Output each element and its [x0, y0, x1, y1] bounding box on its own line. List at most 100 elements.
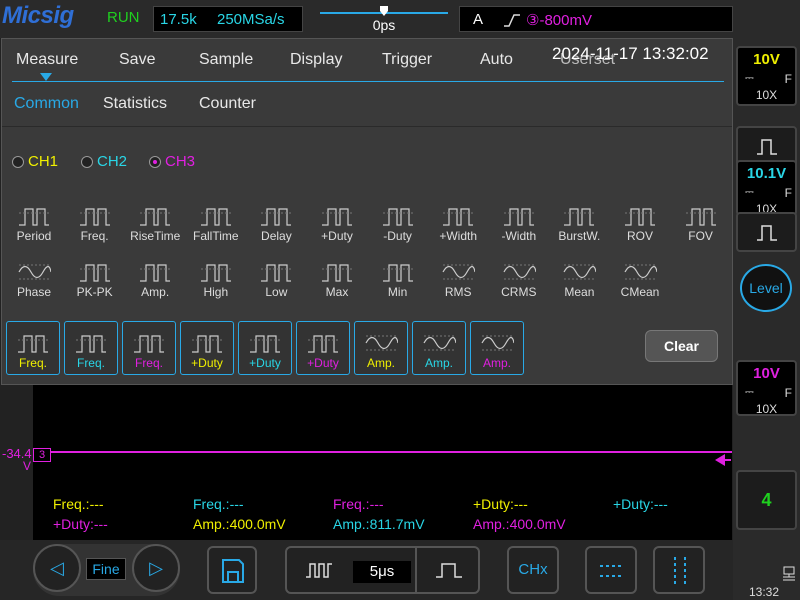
wide-pulse-icon	[306, 563, 332, 578]
channel-radio-ch3[interactable]: CH3	[149, 153, 195, 170]
prev-button[interactable]: ◁	[33, 544, 81, 592]
high-icon	[200, 264, 231, 282]
measure-item-label: Freq.	[80, 229, 109, 243]
channel-counter-button[interactable]: 4	[736, 470, 797, 530]
freq-icon	[79, 208, 110, 226]
measure-item-freq[interactable]: Freq.	[67, 205, 123, 243]
acquisition-box[interactable]: 17.5k 250MSa/s	[153, 6, 303, 32]
measure-item-burstw[interactable]: BurstW.	[551, 205, 607, 243]
selected-measure-amp-ch3[interactable]: Amp.	[470, 321, 524, 375]
measure-item-label: -Width	[501, 229, 537, 243]
right-triangle-icon: ▷	[149, 558, 163, 578]
channel-label: CH2	[97, 153, 128, 170]
measure-item--width[interactable]: +Width	[430, 205, 486, 243]
measure-item-low[interactable]: Low	[248, 261, 304, 299]
measure-item-fov[interactable]: FOV	[673, 205, 729, 243]
subtab-statistics[interactable]: Statistics	[103, 95, 167, 113]
trigger-position[interactable]: 0ps	[320, 6, 448, 33]
measure-item-label: Delay	[261, 229, 292, 243]
next-button[interactable]: ▷	[132, 544, 180, 592]
crms-icon	[503, 264, 536, 280]
left-triangle-icon: ◁	[50, 558, 64, 578]
selected-measure-amp-ch1[interactable]: Amp.	[354, 321, 408, 375]
ch1-bw-flag: F	[784, 72, 792, 86]
subtab-counter[interactable]: Counter	[199, 95, 256, 113]
tab-trigger[interactable]: Trigger	[382, 51, 432, 69]
selected-measure-label: Amp.	[482, 356, 511, 370]
timebase-value: 5μs	[353, 561, 411, 583]
timebase-wider-button[interactable]	[287, 548, 351, 592]
offset-unit: V	[23, 459, 32, 473]
active-tab-caret-icon	[40, 73, 52, 81]
trigger-level-arrow-icon[interactable]	[715, 453, 731, 467]
ch3-offset-marker[interactable]: 3	[33, 448, 51, 462]
channel-select-button[interactable]: CHx	[507, 546, 559, 594]
measure-item-rms[interactable]: RMS	[430, 261, 486, 299]
ch3-probe: 10X	[755, 402, 778, 416]
measure-item-pk-pk[interactable]: PK-PK	[67, 261, 123, 299]
timebase-narrower-button[interactable]	[415, 548, 479, 592]
measure-item-delay[interactable]: Delay	[248, 205, 304, 243]
measure-item-min[interactable]: Min	[370, 261, 426, 299]
measure-item-label: Low	[265, 285, 288, 299]
horizontal-cursor-button[interactable]	[585, 546, 637, 594]
-width-icon	[443, 208, 474, 226]
selected-measure-label: Amp.	[366, 356, 395, 370]
trigger-box[interactable]: A ③-800mV	[459, 6, 733, 32]
clear-button[interactable]: Clear	[645, 330, 718, 362]
measure-item-cmean[interactable]: CMean	[612, 261, 668, 299]
save-button[interactable]	[207, 546, 257, 594]
subtab-common[interactable]: Common	[14, 95, 79, 113]
measure-item--duty[interactable]: +Duty	[309, 205, 365, 243]
radio-selected-icon	[149, 155, 161, 168]
ch2-scale-box[interactable]: 10.1V ⎓ F 10X	[736, 160, 797, 216]
measure-item-label: ROV	[626, 229, 653, 243]
selected-measure--duty-ch1[interactable]: +Duty	[180, 321, 234, 375]
measure-item-high[interactable]: High	[188, 261, 244, 299]
selected-measure-label: +Duty	[191, 356, 223, 370]
trigger-level: ③-800mV	[526, 12, 592, 29]
tab-save[interactable]: Save	[119, 51, 155, 69]
measure-item-period[interactable]: Period	[6, 205, 62, 243]
amp-icon	[481, 335, 514, 351]
selected-measure-amp-ch2[interactable]: Amp.	[412, 321, 466, 375]
measure-item-max[interactable]: Max	[309, 261, 365, 299]
measure-item-falltime[interactable]: FallTime	[188, 205, 244, 243]
measure-item-crms[interactable]: CRMS	[491, 261, 547, 299]
selected-measure-label: Freq.	[134, 356, 163, 370]
run-status[interactable]: RUN	[107, 9, 140, 26]
measure-item-mean[interactable]: Mean	[551, 261, 607, 299]
selected-measure-freq-ch1[interactable]: Freq.	[6, 321, 60, 375]
channel-radio-ch1[interactable]: CH1	[12, 153, 58, 170]
channel-label: CH3	[165, 153, 196, 170]
measure-item--duty[interactable]: -Duty	[370, 205, 426, 243]
network-icon	[783, 566, 795, 581]
tab-display[interactable]: Display	[290, 51, 342, 69]
measure-item-rov[interactable]: ROV	[612, 205, 668, 243]
fine-toggle[interactable]: Fine	[86, 558, 126, 580]
ch1-scale-box[interactable]: 10V ⎓ F 10X	[736, 46, 797, 106]
ch2-pulse-down-button[interactable]	[736, 212, 797, 252]
trigger-level-knob[interactable]: Level	[740, 264, 792, 312]
pulse-icon	[757, 139, 777, 155]
channel-radio-ch2[interactable]: CH2	[81, 153, 127, 170]
ch2-scale: 10.1V	[746, 165, 787, 182]
vertical-cursor-icon	[674, 557, 686, 585]
selected-measure--duty-ch3[interactable]: +Duty	[296, 321, 350, 375]
measure-item-phase[interactable]: Phase	[6, 261, 62, 299]
tab-auto[interactable]: Auto	[480, 51, 513, 69]
falltime-icon	[200, 208, 231, 226]
dc-coupling-icon: ⎓	[745, 72, 754, 84]
vertical-cursor-button[interactable]	[653, 546, 705, 594]
measure-item-amp[interactable]: Amp.	[127, 261, 183, 299]
measure-item-risetime[interactable]: RiseTime	[127, 205, 183, 243]
tab-sample[interactable]: Sample	[199, 51, 253, 69]
readout-ch1-amp: Amp.:400.0mV	[193, 516, 286, 532]
delay-icon	[261, 208, 292, 226]
selected-measure-freq-ch2[interactable]: Freq.	[64, 321, 118, 375]
selected-measure-freq-ch3[interactable]: Freq.	[122, 321, 176, 375]
selected-measure--duty-ch2[interactable]: +Duty	[238, 321, 292, 375]
measure-item--width[interactable]: -Width	[491, 205, 547, 243]
tab-measure[interactable]: Measure	[16, 51, 78, 69]
ch3-scale-box[interactable]: 10V ⎓ F 10X	[736, 360, 797, 416]
